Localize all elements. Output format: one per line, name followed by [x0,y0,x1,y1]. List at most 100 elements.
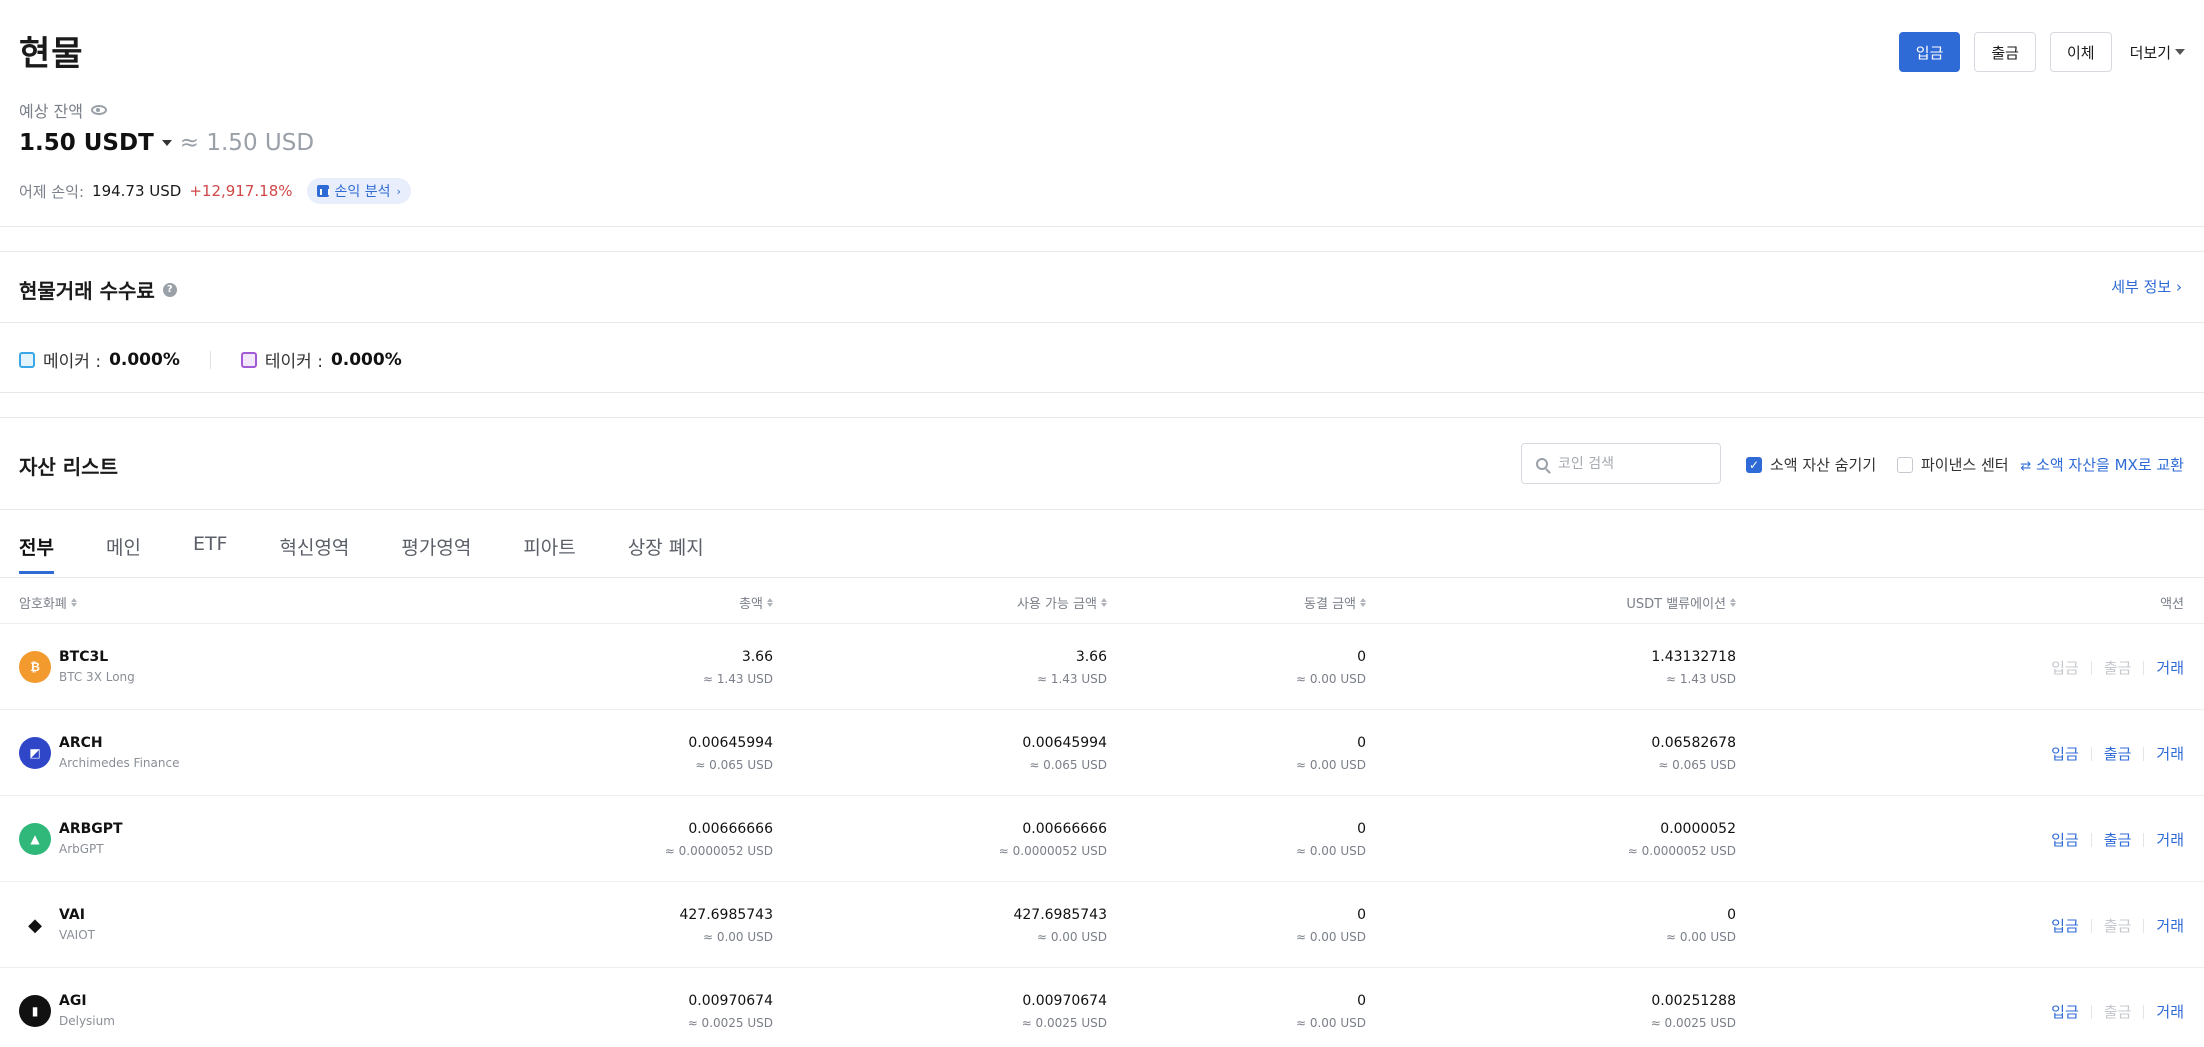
cell-total: 0.00645994 ≈ 0.065 USD [688,735,773,772]
table-row: ◆ VAI VAIOT 427.6985743 ≈ 0.00 USD 427.69… [0,881,2204,967]
currency-chevron-icon[interactable] [161,140,172,146]
divider [2090,1004,2092,1019]
maker-label: 메이커 : [43,352,102,372]
cell-valuation: 0 ≈ 0.00 USD [1666,907,1736,944]
tab-fiat[interactable]: 피아트 [523,533,575,574]
row-deposit-button[interactable]: 입금 [2051,743,2079,764]
frozen-value: 0 [1357,821,1366,837]
search-icon [1536,457,1548,470]
row-trade-button[interactable]: 거래 [2156,743,2184,764]
finance-center-toggle[interactable]: 파이낸스 센터 [1897,454,2009,475]
divider [0,577,2204,578]
total-usd: ≈ 0.00 USD [702,930,773,944]
search-input[interactable] [1558,455,1698,472]
row-trade-button[interactable]: 거래 [2156,915,2184,936]
coin-search[interactable] [1521,443,1721,484]
divider [0,322,2204,323]
divider [2090,660,2092,675]
row-trade-button[interactable]: 거래 [2156,829,2184,850]
row-withdraw-button[interactable]: 출금 [2104,1001,2132,1022]
pnl-analysis-button[interactable]: 손익 분석 › [306,178,411,204]
more-dropdown[interactable]: 더보기 [2126,42,2185,63]
deposit-button[interactable]: 입금 [1898,32,1961,72]
divider [209,350,211,369]
tab-etf[interactable]: ETF [193,533,228,574]
available-value: 0.00970674 [1022,993,1107,1009]
col-coin[interactable]: 암호화폐 [19,593,77,612]
row-deposit-button[interactable]: 입금 [2051,829,2079,850]
coin-symbol: BTC3L [59,649,109,665]
withdraw-button[interactable]: 출금 [1974,32,2036,72]
divider [2143,660,2145,675]
cell-frozen: 0 ≈ 0.00 USD [1296,735,1366,772]
col-total[interactable]: 총액 [739,593,773,612]
help-icon[interactable]: ? [162,282,177,297]
hide-small-label: 소액 자산 숨기기 [1770,456,1877,474]
cell-frozen: 0 ≈ 0.00 USD [1296,649,1366,686]
fee-row: 메이커 : 0.000% 테이커 : 0.000% [19,347,402,372]
total-value: 3.66 [741,649,773,665]
pnl-row: 어제 손익: 194.73 USD +12,917.18% 손익 분석 › [19,178,411,204]
checkbox-icon[interactable] [1897,456,1913,473]
tab-assessment[interactable]: 평가영역 [401,533,471,574]
divider [2143,918,2145,933]
row-trade-button[interactable]: 거래 [2156,1001,2184,1022]
page-title: 현물 [19,34,84,74]
total-usd: ≈ 1.43 USD [702,672,773,686]
frozen-usd: ≈ 0.00 USD [1295,672,1366,686]
available-value: 0.00666666 [1022,821,1107,837]
row-withdraw-button[interactable]: 출금 [2104,829,2132,850]
total-value: 427.6985743 [679,907,773,923]
balance-row: 1.50 USDT ≈ 1.50 USD [19,130,314,156]
cell-available: 0.00970674 ≈ 0.0025 USD [1022,993,1107,1030]
cell-frozen: 0 ≈ 0.00 USD [1296,907,1366,944]
row-withdraw-button[interactable]: 출금 [2104,915,2132,936]
coin-name: BTC 3X Long [59,670,135,684]
cell-total: 427.6985743 ≈ 0.00 USD [679,907,773,944]
swap-small-assets-link[interactable]: ⇄ 소액 자산을 MX로 교환 [2020,454,2184,475]
row-deposit-button[interactable]: 입금 [2051,657,2079,678]
row-trade-button[interactable]: 거래 [2156,657,2184,678]
taker-icon [240,351,257,368]
hide-small-toggle[interactable]: ✓ 소액 자산 숨기기 [1746,454,1876,475]
fee-title: 현물거래 수수료 [19,279,155,303]
col-available[interactable]: 사용 가능 금액 [1017,593,1107,612]
row-deposit-button[interactable]: 입금 [2051,1001,2079,1022]
row-withdraw-button[interactable]: 출금 [2104,657,2132,678]
row-actions: 입금 출금 거래 [2051,657,2184,678]
row-withdraw-button[interactable]: 출금 [2104,743,2132,764]
frozen-value: 0 [1357,649,1366,665]
checkbox-checked-icon[interactable]: ✓ [1746,456,1762,473]
tab-innovation[interactable]: 혁신영역 [279,533,349,574]
frozen-usd: ≈ 0.00 USD [1295,930,1366,944]
balance-label-row: 예상 잔액 [19,98,107,122]
maker-icon [19,351,35,368]
col-frozen[interactable]: 동결 금액 [1304,593,1366,612]
divider [0,392,2204,393]
tab-all[interactable]: 전부 [19,533,54,574]
row-deposit-button[interactable]: 입금 [2051,915,2079,936]
col-valuation[interactable]: USDT 밸류에이션 [1626,593,1736,612]
fee-detail-label: 세부 정보 [2111,278,2172,296]
tab-delisted[interactable]: 상장 폐지 [628,533,704,574]
arch-icon: ◩ [19,737,51,769]
divider [2143,1004,2145,1019]
sort-icon [1101,598,1107,607]
row-actions: 입금 출금 거래 [2051,915,2184,936]
taker-value: 0.000% [330,349,402,370]
sort-icon [1730,598,1736,607]
valuation-usd: ≈ 1.43 USD [1665,672,1736,686]
transfer-button[interactable]: 이체 [2049,32,2112,72]
assets-title: 자산 리스트 [19,455,118,479]
chevron-right-icon: › [396,184,401,198]
tab-main[interactable]: 메인 [106,533,141,574]
asset-tabs: 전부 메인 ETF 혁신영역 평가영역 피아트 상장 폐지 [19,533,704,574]
col-available-label: 사용 가능 금액 [1016,597,1097,612]
table-row: ₿ BTC3L BTC 3X Long 3.66 ≈ 1.43 USD 3.66 ≈… [0,623,2204,709]
balance-label: 예상 잔액 [19,102,83,121]
valuation-value: 0.0000052 [1660,821,1736,837]
eye-icon[interactable] [90,105,107,115]
fee-detail-link[interactable]: 세부 정보 › [2111,276,2182,297]
row-actions: 입금 출금 거래 [2051,829,2184,850]
sort-icon [767,598,773,607]
